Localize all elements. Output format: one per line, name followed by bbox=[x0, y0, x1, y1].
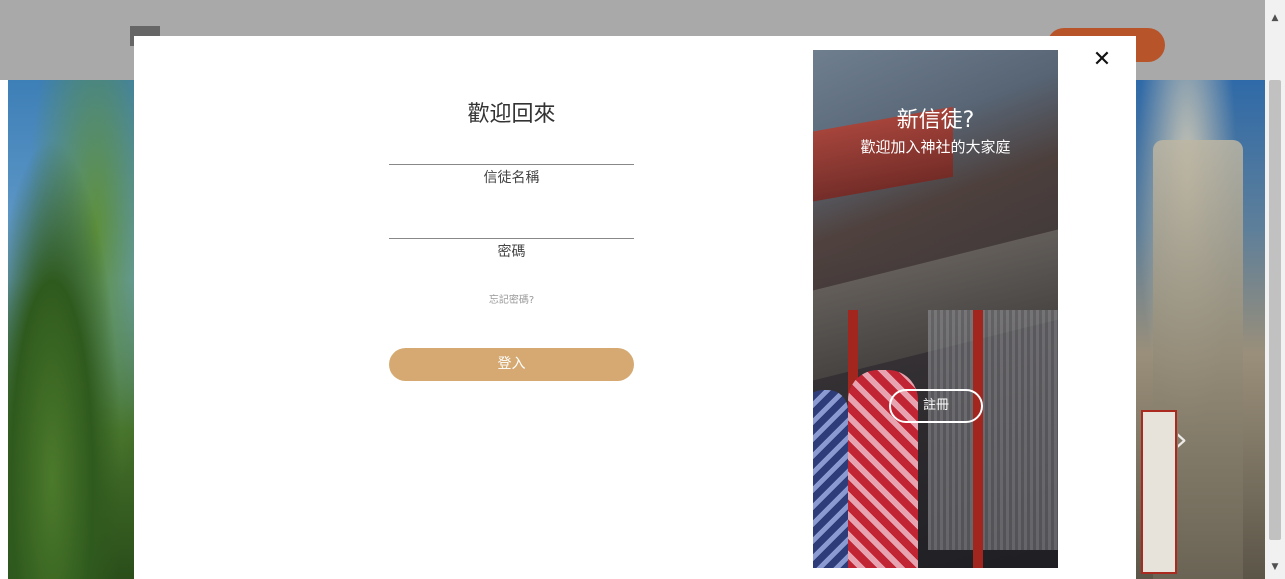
shop-shutters-image bbox=[928, 310, 1058, 550]
password-field[interactable]: 密碼 bbox=[389, 238, 634, 261]
scroll-up-arrow-icon[interactable]: ▲ bbox=[1265, 10, 1285, 26]
forgot-password-link[interactable]: 忘記密碼? bbox=[389, 291, 634, 306]
signup-promo-panel: 新信徒? 歡迎加入神社的大家庭 註冊 bbox=[813, 50, 1058, 568]
shrine-sign-image bbox=[1141, 410, 1177, 574]
password-input[interactable] bbox=[389, 238, 634, 239]
login-title: 歡迎回來 bbox=[467, 102, 556, 127]
password-label: 密碼 bbox=[497, 244, 526, 260]
username-field[interactable]: 信徒名稱 bbox=[389, 164, 634, 187]
vertical-scrollbar[interactable]: ▲ ▼ bbox=[1265, 0, 1285, 579]
hero-image-right: › bbox=[1135, 80, 1265, 579]
username-input[interactable] bbox=[389, 164, 634, 165]
username-label: 信徒名稱 bbox=[483, 170, 540, 186]
login-modal: ✕ 歡迎回來 信徒名稱 密碼 忘記密碼? 登入 新信徒? 歡迎加入神社的大家庭 … bbox=[134, 36, 1136, 579]
login-button[interactable]: 登入 bbox=[389, 348, 634, 381]
register-button[interactable]: 註冊 bbox=[889, 389, 983, 423]
red-pillar-image bbox=[973, 310, 983, 568]
login-form: 歡迎回來 信徒名稱 密碼 忘記密碼? 登入 bbox=[389, 36, 634, 579]
signup-title: 新信徒? bbox=[896, 108, 975, 133]
hero-image-left bbox=[8, 80, 134, 579]
scroll-down-arrow-icon[interactable]: ▼ bbox=[1265, 559, 1285, 575]
carousel-next-icon[interactable]: › bbox=[1175, 420, 1188, 458]
scrollbar-thumb[interactable] bbox=[1269, 80, 1281, 540]
close-icon[interactable]: ✕ bbox=[1090, 48, 1114, 72]
kimono-figure-image bbox=[813, 390, 848, 568]
signup-subtitle: 歡迎加入神社的大家庭 bbox=[860, 138, 1011, 156]
